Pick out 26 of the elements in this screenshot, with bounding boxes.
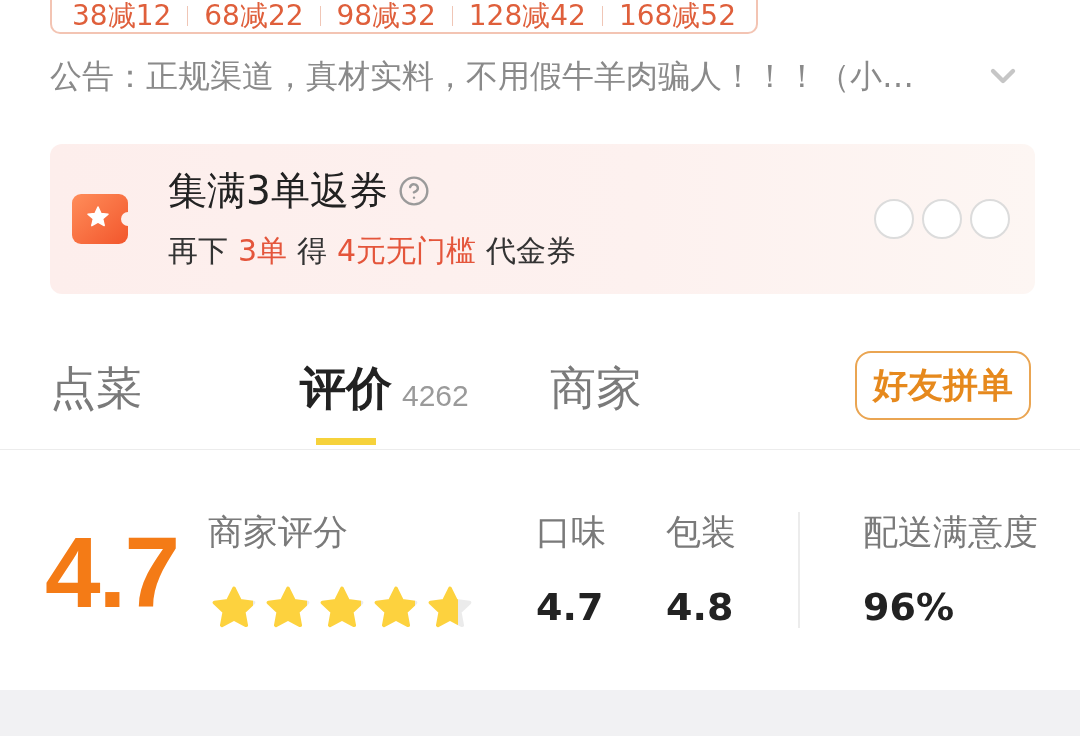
discount-tag: 128减42 <box>452 1 602 31</box>
star-icon <box>428 586 472 628</box>
score-label: 配送满意度 <box>863 512 1039 552</box>
score-value: 4.7 <box>536 584 605 631</box>
score-value: 4.8 <box>666 584 735 631</box>
score-label: 口味 <box>536 512 607 552</box>
discount-tag: 98减32 <box>320 1 452 31</box>
discount-tag: 68减22 <box>188 1 320 31</box>
discount-tag: 38减12 <box>56 1 188 31</box>
score-label: 包装 <box>666 512 737 552</box>
tab[interactable]: 评价 4262 <box>300 351 550 449</box>
coupon-title: 集满3单返券 <box>168 168 388 214</box>
star-icon <box>374 586 418 628</box>
score-value: 96% <box>863 584 955 631</box>
discount-tag: 168减52 <box>602 1 752 31</box>
star-icon <box>320 586 364 628</box>
overall-score: 4.7 <box>45 522 179 622</box>
tab[interactable]: 商家 <box>550 351 800 449</box>
tab[interactable]: 点菜 <box>50 351 300 449</box>
rating-label: 商家评分 <box>208 512 349 552</box>
star-icon <box>266 586 310 628</box>
coupon-progress-text: 再下 3单 得 4元无门槛 代金券 <box>168 232 578 270</box>
star-icon <box>212 586 256 628</box>
notice-text: 公告：正规渠道，真材实料，不用假牛羊肉骗人！！！（小… <box>50 56 915 96</box>
group-order-button[interactable]: 好友拼单 <box>855 351 1031 420</box>
help-icon[interactable] <box>397 175 430 207</box>
